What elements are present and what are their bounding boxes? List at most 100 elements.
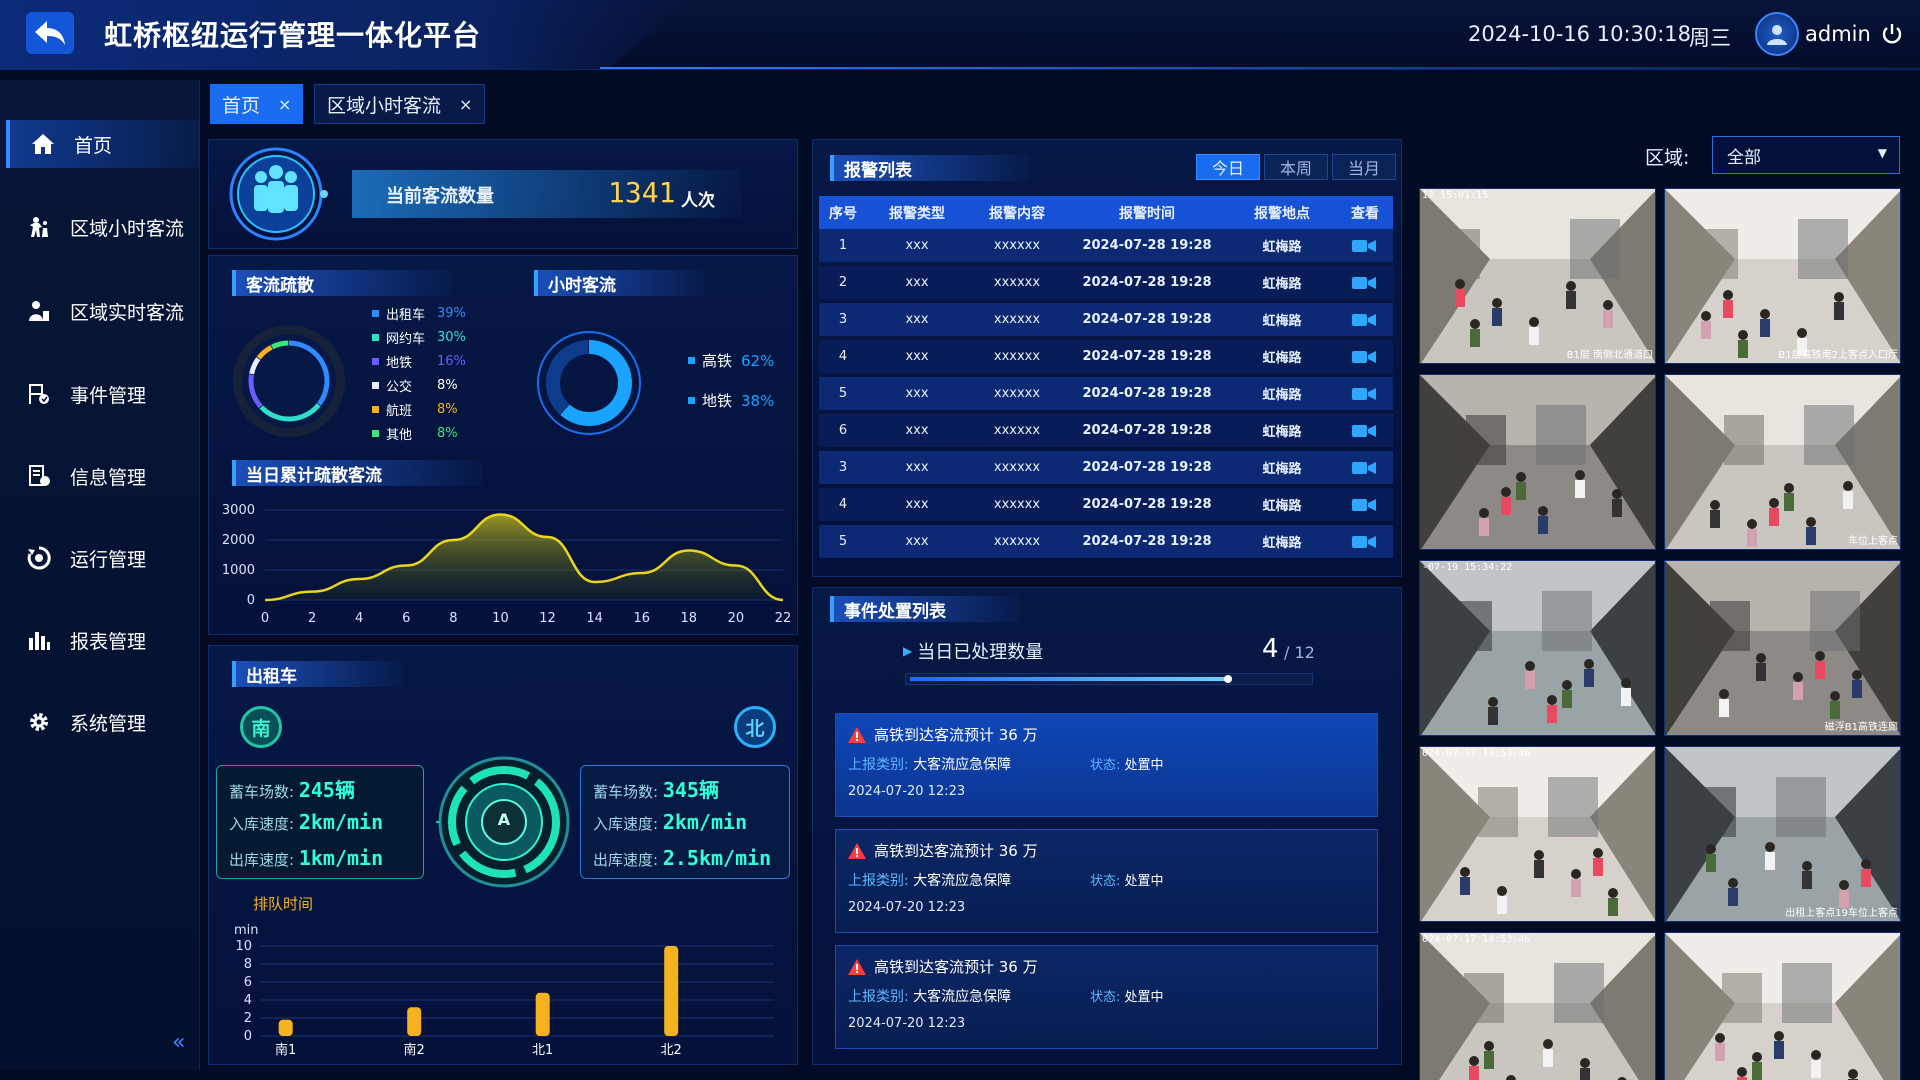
table-row[interactable]: 1 xxx xxxxxx 2024-07-28 19:28 虹梅路 — [819, 229, 1393, 262]
camera-feed[interactable] — [1419, 374, 1656, 550]
video-camera-icon[interactable] — [1352, 350, 1376, 364]
power-icon[interactable] — [1880, 22, 1904, 46]
legend-swatch — [372, 334, 379, 341]
y-tick-label: 3000 — [222, 503, 255, 518]
camera-feed[interactable]: 出租上客点19车位上客点 — [1664, 746, 1901, 922]
sidebar-item-reports[interactable]: 报表管理 — [6, 616, 200, 664]
legend-name: 地铁 — [702, 392, 733, 410]
event-card[interactable]: 高铁到达客流预计 36 万 上报类别: 大客流应急保障 状态: 处置中 2024… — [835, 829, 1378, 933]
col-header: 报警地点 — [1254, 205, 1310, 222]
table-cell: 2 — [838, 275, 848, 290]
collapse-sidebar-button[interactable]: « — [172, 1030, 185, 1055]
video-camera-icon[interactable] — [1352, 276, 1376, 290]
table-row[interactable]: 6 xxx xxxxxx 2024-07-28 19:28 虹梅路 — [819, 414, 1393, 447]
close-icon[interactable]: × — [459, 95, 472, 114]
filter-month[interactable]: 当月 — [1332, 154, 1396, 180]
video-camera-icon[interactable] — [1352, 387, 1376, 401]
tab-hourly-flow[interactable]: 区域小时客流 × — [314, 84, 486, 124]
video-camera-icon[interactable] — [1352, 461, 1376, 475]
camera-feed[interactable]: 磁浮B1高铁连廊 — [1664, 560, 1901, 736]
table-row[interactable]: 3 xxx xxxxxx 2024-07-28 19:28 虹梅路 — [819, 451, 1393, 484]
x-tick-label: 2 — [308, 611, 316, 626]
sidebar-item-home[interactable]: 首页 — [6, 120, 200, 168]
filter-week[interactable]: 本周 — [1264, 154, 1328, 180]
stat-label: 出库速度: — [229, 851, 295, 869]
camera-feed[interactable]: 17 15:01:15 B1层 南侧北通道口 — [1419, 188, 1656, 364]
sidebar-item-hourly-flow[interactable]: 区域小时客流 — [6, 203, 200, 251]
video-camera-icon[interactable] — [1352, 424, 1376, 438]
camera-timestamp: 17 15:01:15 — [1422, 190, 1489, 201]
x-tick-label: 南1 — [275, 1042, 296, 1058]
legend-swatch — [372, 430, 379, 437]
taxi-gauge-label: A — [497, 810, 511, 829]
x-tick-label: 北1 — [532, 1043, 553, 1058]
camera-feed[interactable]: 024-07-17 14:53:46 — [1419, 932, 1656, 1080]
processed-progress — [905, 673, 1313, 685]
camera-scene — [1665, 375, 1900, 549]
legend-item: 地铁 16% — [372, 352, 482, 371]
camera-feed[interactable]: 车位上客点 — [1664, 374, 1901, 550]
status-value: 处置中 — [1124, 758, 1164, 773]
status-label: 状态: — [1090, 758, 1121, 773]
username[interactable]: admin — [1805, 22, 1871, 46]
queue-bar — [278, 1019, 293, 1036]
sidebar-item-label: 区域实时客流 — [70, 301, 185, 324]
sidebar-item-realtime-flow[interactable]: 区域实时客流 — [6, 287, 200, 335]
table-cell: xxxxxx — [993, 460, 1041, 475]
sidebar-item-events[interactable]: 事件管理 — [6, 370, 200, 418]
event-card[interactable]: 高铁到达客流预计 36 万 上报类别: 大客流应急保障 状态: 处置中 2024… — [835, 945, 1378, 1049]
table-cell: xxxxxx — [993, 349, 1041, 364]
video-camera-icon[interactable] — [1352, 313, 1376, 327]
video-camera-icon[interactable] — [1352, 239, 1376, 253]
region-select[interactable]: 全部 ▼ — [1712, 136, 1900, 174]
category-value: 大客流应急保障 — [913, 757, 1012, 773]
camera-feed[interactable]: B1层高铁南2上客点入口厅 — [1664, 188, 1901, 364]
table-cell: 2024-07-28 19:28 — [1082, 534, 1212, 549]
camera-feed[interactable] — [1664, 932, 1901, 1080]
header-datetime: 2024-10-16 10:30:18 — [1468, 22, 1692, 46]
event-title: 高铁到达客流预计 36 万 — [874, 842, 1038, 860]
legend-pct: 16% — [437, 354, 466, 369]
table-cell: 4 — [838, 349, 848, 364]
table-row[interactable]: 4 xxx xxxxxx 2024-07-28 19:28 虹梅路 — [819, 488, 1393, 521]
table-row[interactable]: 3 xxx xxxxxx 2024-07-28 19:28 虹梅路 — [819, 303, 1393, 336]
processed-label: 当日已处理数量 — [917, 642, 1044, 663]
close-icon[interactable]: × — [278, 95, 291, 114]
legend-name: 公交 — [386, 380, 413, 395]
legend-name: 出租车 — [386, 308, 426, 323]
legend-name: 网约车 — [386, 332, 426, 347]
sidebar-item-system[interactable]: 系统管理 — [6, 698, 200, 746]
table-cell: 4 — [838, 497, 848, 512]
filter-today[interactable]: 今日 — [1196, 154, 1260, 180]
warning-icon — [848, 842, 866, 859]
table-row[interactable]: 5 xxx xxxxxx 2024-07-28 19:28 虹梅路 — [819, 377, 1393, 410]
camera-feed[interactable]: -07-19 15:34:22 — [1419, 560, 1656, 736]
legend-item: 公交 8% — [372, 376, 482, 395]
tab-home[interactable]: 首页 × — [210, 84, 304, 124]
table-cell: 虹梅路 — [1262, 314, 1302, 329]
x-tick-label: 10 — [492, 611, 509, 626]
table-cell: 2024-07-28 19:28 — [1082, 275, 1212, 290]
processed-count-label: ▶ 当日已处理数量 — [903, 638, 1043, 664]
sidebar-item-info[interactable]: 信息管理 — [6, 452, 200, 500]
sidebar-item-label: 运行管理 — [70, 548, 147, 571]
video-camera-icon[interactable] — [1352, 535, 1376, 549]
x-tick-label: 22 — [775, 611, 792, 626]
col-header: 报警内容 — [989, 205, 1045, 222]
x-tick-label: 南2 — [404, 1042, 425, 1058]
category-label: 上报类别: — [848, 873, 909, 889]
crowd-badge-icon — [229, 147, 328, 241]
back-button[interactable] — [26, 12, 74, 54]
user-avatar[interactable] — [1755, 12, 1799, 56]
video-camera-icon[interactable] — [1352, 498, 1376, 512]
sidebar-item-operation[interactable]: 运行管理 — [6, 534, 200, 582]
event-card[interactable]: 高铁到达客流预计 36 万 上报类别: 大客流应急保障 状态: 处置中 2024… — [835, 713, 1378, 817]
camera-feed[interactable]: 024-07-17 14:53:46 — [1419, 746, 1656, 922]
table-row[interactable]: 4 xxx xxxxxx 2024-07-28 19:28 虹梅路 — [819, 340, 1393, 373]
table-row[interactable]: 2 xxx xxxxxx 2024-07-28 19:28 虹梅路 — [819, 266, 1393, 299]
south-taxi-stats: 蓄车场数: 245辆 入库速度: 2km/min 出库速度: 1km/min — [216, 765, 424, 879]
table-row[interactable]: 5 xxx xxxxxx 2024-07-28 19:28 虹梅路 — [819, 525, 1393, 558]
warning-icon — [848, 958, 866, 975]
legend-name: 航班 — [386, 404, 413, 419]
table-cell: xxxxxx — [993, 275, 1041, 290]
